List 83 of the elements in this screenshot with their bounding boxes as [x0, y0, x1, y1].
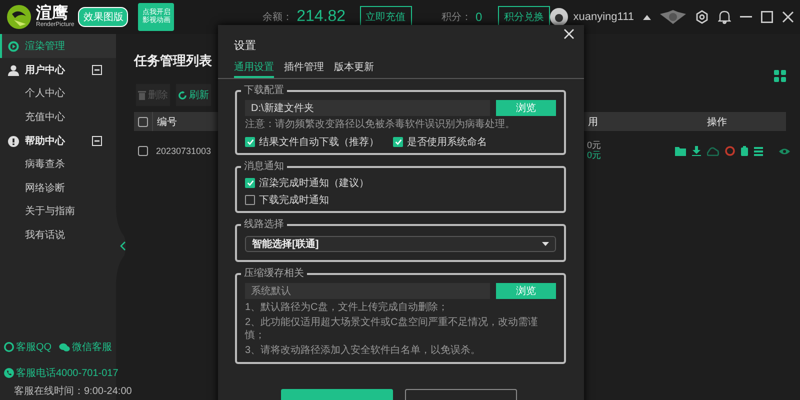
sidebar-item[interactable]: 我有话说 [0, 224, 116, 247]
note-text: 3、请将改动路径添加入安全软件白名单，以免误杀。 [245, 345, 482, 358]
checkbox-label[interactable]: 下载完成时通知 [259, 192, 329, 206]
contact-link[interactable]: 微信客服 [72, 340, 112, 354]
sidebar-group[interactable]: 用户中心 [25, 63, 65, 77]
points-label: 积分： [442, 11, 472, 24]
page-title: 任务管理列表 [134, 52, 212, 70]
phone-number: 4000-701-017 [56, 368, 118, 378]
route-dropdown[interactable]: 智能选择[联通] [245, 236, 556, 252]
group-legend: 压缩缓存相关 [241, 268, 307, 278]
battery-icon[interactable] [741, 146, 748, 156]
checkbox[interactable] [245, 194, 255, 204]
download-icon[interactable] [692, 146, 701, 156]
path-field[interactable]: 系统默认 [245, 282, 490, 298]
sidebar-group[interactable]: 帮助中心 [25, 134, 65, 148]
user-icon [8, 64, 19, 76]
username[interactable]: xuanying111 [573, 11, 634, 23]
vip-badge-icon [660, 10, 686, 24]
column-header: 用 [587, 116, 599, 128]
folder-icon[interactable] [675, 146, 686, 156]
balance-value: 214.82 [296, 8, 346, 26]
tab[interactable]: 通用设置 [234, 60, 274, 78]
note-text: 1、默认路径为C盘，文件上传完成自动删除； [245, 302, 449, 314]
sidebar-item[interactable]: 渲染管理 [0, 34, 116, 58]
caret-icon[interactable] [643, 14, 651, 20]
dialog-title: 设置 [234, 39, 256, 53]
grid-view-icon[interactable] [774, 70, 786, 82]
logo-text: 渲鹰 [36, 6, 68, 22]
checkbox[interactable] [245, 178, 255, 188]
sidebar-item[interactable]: 病毒查杀 [0, 153, 116, 176]
close-icon[interactable] [782, 11, 794, 23]
table-cell-text: 0元 [587, 141, 602, 151]
sidebar-item[interactable]: 充值中心 [0, 106, 116, 129]
sidebar-item[interactable]: 个人中心 [0, 82, 116, 106]
checkbox[interactable] [393, 136, 403, 146]
list-icon[interactable] [754, 146, 763, 156]
points-value: 0 [476, 10, 482, 24]
note-text: 注意：请勿频繁改变路径以免被杀毒软件误识别为病毒处理。 [245, 119, 516, 132]
notification-bell-icon[interactable] [718, 10, 731, 24]
row-checkbox[interactable] [138, 146, 148, 156]
phone-label: 客服电话 [16, 366, 56, 380]
help-icon [8, 136, 19, 146]
service-hours: 客服在线时间：9:00-24:00 [14, 386, 132, 398]
collapse-icon[interactable] [92, 65, 102, 75]
select-all-checkbox[interactable] [138, 116, 148, 126]
sidebar-item[interactable]: 网络诊断 [0, 176, 116, 200]
sidebar-item[interactable]: 关于与指南 [0, 200, 116, 224]
column-header: 操作 [706, 116, 728, 128]
maximize-icon[interactable] [761, 11, 773, 23]
eye-icon[interactable] [779, 148, 790, 154]
tab[interactable]: 插件管理 [284, 60, 324, 78]
note-text: 2、此功能仅适用超大场景文件或C盘空间严重不足情况，改动需谨慎； [245, 317, 539, 342]
phone-icon [4, 368, 14, 378]
trash-icon [138, 90, 146, 100]
avatar-icon[interactable] [550, 8, 568, 26]
cloud-icon[interactable] [707, 146, 719, 156]
close-icon[interactable] [564, 29, 574, 39]
group-legend: 消息通知 [241, 160, 287, 172]
refresh-button[interactable]: 刷新 [176, 84, 211, 106]
minimize-icon[interactable] [740, 16, 752, 18]
tab[interactable]: 版本更新 [334, 60, 374, 78]
checkbox-label[interactable]: 渲染完成时通知（建议） [259, 176, 369, 190]
contact-link[interactable]: 客服QQ [16, 340, 52, 354]
stop-icon[interactable] [725, 146, 735, 156]
group-legend: 下载配置 [241, 85, 287, 96]
edition-badge: 效果图版 [78, 7, 128, 27]
settings-icon[interactable] [695, 10, 709, 24]
logo-icon [6, 4, 32, 30]
table-cell-text: 20230731003 [155, 146, 212, 156]
chat-bubbles-icon [59, 342, 70, 352]
checkbox-label[interactable]: 结果文件自动下载（推荐） [259, 134, 379, 148]
checkbox-label[interactable]: 是否使用系统命名 [407, 134, 487, 148]
column-header: 编号 [156, 116, 178, 128]
play-icon [8, 40, 19, 52]
table-cell-text: 0元 [587, 151, 602, 161]
chat-bubble-icon [4, 342, 14, 352]
refresh-icon [178, 90, 187, 100]
checkbox[interactable] [245, 136, 255, 146]
path-field[interactable]: D:\新建文件夹 [245, 100, 490, 116]
group-legend: 线路选择 [241, 218, 287, 230]
collapse-icon[interactable] [92, 136, 102, 146]
caret-icon [542, 242, 549, 246]
balance-label: 余额： [262, 10, 293, 24]
